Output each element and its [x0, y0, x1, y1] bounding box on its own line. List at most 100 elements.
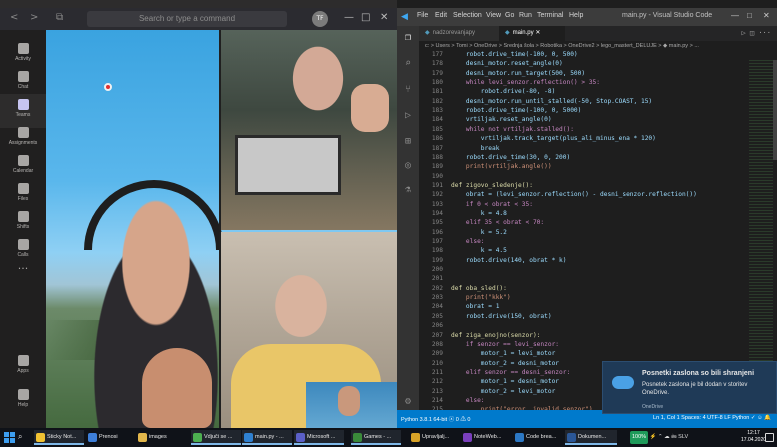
system-tray[interactable]: 100% ⚡ ⌃ ☁ 🖮 SLV [630, 431, 688, 444]
self-view-video[interactable] [306, 382, 397, 428]
settings-gear-icon[interactable]: ⚙ [402, 396, 414, 408]
menu-help[interactable]: Help [569, 12, 583, 19]
breadcrumb[interactable]: c: > Users > Tomi > OneDrive > Srednja š… [425, 43, 699, 49]
code-text: else: [451, 396, 485, 404]
line-number: 214 [431, 396, 443, 404]
minimap[interactable] [749, 60, 773, 390]
minimize-button[interactable]: — [344, 12, 354, 23]
maximize-button[interactable]: □ [747, 11, 752, 20]
taskbar-app[interactable]: Code brea... [513, 430, 563, 445]
app-icon [193, 433, 202, 442]
forward-button[interactable]: > [30, 12, 38, 23]
teams-window: < > ⧉ Search or type a command TF — □ ✕ … [0, 0, 397, 428]
rail-item-help[interactable]: Help [0, 384, 46, 418]
taskbar-app[interactable]: Prenosi [86, 430, 136, 445]
taskbar-app-label: Dokumen... [578, 434, 607, 440]
taskbar-search-icon[interactable]: ⌕ [18, 432, 22, 442]
line-number: 202 [431, 284, 443, 292]
editor-tabs: ◆ nadzorevanjapy ◆ main.py ✕ ▷ ◫ ··· [419, 26, 777, 41]
taskbar-app[interactable]: main.py - ... [242, 430, 292, 445]
menu-run[interactable]: Run [519, 12, 532, 19]
taskbar-app[interactable]: NoteWeb... [461, 430, 511, 445]
explorer-icon[interactable]: ❐ [402, 32, 414, 44]
taskbar-app-label: Prenosi [99, 434, 118, 440]
menu-edit[interactable]: Edit [435, 12, 447, 19]
search-icon[interactable]: ⌕ [402, 58, 414, 70]
extensions-icon[interactable]: ⊞ [402, 136, 414, 148]
code-text: def oba_sled(): [451, 284, 507, 292]
tray-icons[interactable]: ⚡ ⌃ ☁ 🖮 SLV [650, 434, 689, 440]
status-cursor-info[interactable]: Ln 1, Col 1 Spaces: 4 UTF-8 LF Python ✓ … [653, 415, 771, 421]
minimize-button[interactable]: — [731, 11, 739, 20]
menu-file[interactable]: File [417, 12, 428, 19]
taskbar-app[interactable]: Games - ... [351, 430, 401, 445]
avatar[interactable]: TF [312, 11, 328, 27]
rail-label: Apps [17, 368, 29, 374]
clock-date: 17.04.2020 [741, 437, 767, 443]
taskbar-app[interactable]: Microsoft ... [294, 430, 344, 445]
menu-view[interactable]: View [486, 12, 501, 19]
more-apps-icon[interactable]: ··· [0, 262, 46, 275]
scrollbar[interactable] [773, 60, 777, 160]
status-python-interpreter[interactable]: Python 3.8.1 64-bit ⓧ 0 ⚠ 0 [401, 415, 470, 423]
menu-terminal[interactable]: Terminal [537, 12, 563, 19]
taskbar-app[interactable]: images [136, 430, 186, 445]
line-number: 203 [431, 294, 443, 302]
run-debug-icon[interactable]: ▷ [402, 110, 414, 122]
apps-icon [17, 355, 29, 366]
taskbar-clock[interactable]: 12:17 17.04.2020 [741, 430, 766, 444]
line-number: 181 [431, 88, 443, 96]
tab-label: nadzorevanjapy [432, 30, 475, 36]
teams-icon [17, 99, 29, 110]
close-button[interactable]: ✕ [380, 12, 388, 23]
code-text: desni_motor.reset_angle(0) [451, 60, 563, 68]
remote-icon[interactable]: ◎ [402, 160, 414, 172]
rail-item-apps[interactable]: Apps [0, 350, 46, 384]
editor-actions[interactable]: ▷ ◫ ··· [741, 29, 771, 37]
menu-selection[interactable]: Selection [453, 12, 482, 19]
notification-body: Posnetek zaslona je bil dodan v storitev… [642, 382, 748, 396]
notification-center-icon[interactable] [765, 433, 774, 442]
compose-icon[interactable]: ⧉ [56, 12, 63, 23]
back-button[interactable]: < [10, 12, 18, 23]
bell-icon [17, 43, 29, 54]
tab-main-py[interactable]: ◆ main.py ✕ [499, 26, 565, 41]
vscode-titlebar: ◀ File Edit Selection View Go Run Termin… [397, 8, 777, 26]
onedrive-notification[interactable]: Posnetki zaslona so bili shranjeni Posne… [602, 361, 777, 414]
windows-start-icon[interactable] [4, 432, 15, 443]
taskbar-app[interactable]: Vdjuči se ... [191, 430, 241, 445]
battery-indicator[interactable]: 100% [630, 431, 649, 444]
close-tab-icon[interactable]: ✕ [535, 30, 540, 36]
close-button[interactable]: ✕ [763, 11, 770, 20]
assignments-icon [17, 127, 29, 138]
taskbar-app[interactable]: Upravljalj... [409, 430, 459, 445]
taskbar-app-label: Vdjuči se ... [204, 434, 233, 440]
chat-icon [17, 71, 29, 82]
code-text: print(vrtiljak.angle()) [451, 163, 552, 171]
video-call-stage[interactable] [46, 30, 397, 428]
line-number: 207 [431, 331, 443, 339]
notification-source: OneDrive [642, 404, 664, 410]
testing-icon[interactable]: ⚗ [402, 184, 414, 196]
tab-nadzorevanja[interactable]: ◆ nadzorevanjapy [419, 26, 499, 41]
participant-video-tile[interactable] [219, 30, 397, 230]
code-text: obrat = (levi_senzor.reflection() - desn… [451, 191, 697, 199]
code-editor[interactable]: 177 robot.drive_time(-100, 0, 500) 178 de… [419, 50, 749, 410]
rail-label: Files [17, 196, 29, 202]
taskbar-app-label: Code brea... [526, 434, 557, 440]
maximize-button[interactable]: □ [361, 12, 370, 23]
taskbar-app[interactable]: Sticky Not... [34, 430, 84, 445]
taskbar-app[interactable]: Dokumen... [565, 430, 617, 445]
rail-label: Calendar [12, 168, 34, 174]
teams-search-input[interactable]: Search or type a command [87, 11, 287, 27]
source-control-icon[interactable]: ⑂ [402, 84, 414, 96]
line-number: 179 [431, 69, 443, 77]
line-number: 183 [431, 107, 443, 115]
menu-go[interactable]: Go [505, 12, 514, 19]
taskbar-app-label: images [149, 434, 167, 440]
code-text: while not vrtiljak.stalled(): [451, 125, 574, 133]
code-text: def zigovo_sledenje(): [451, 181, 533, 189]
line-number: 187 [431, 144, 443, 152]
code-text: while levi_senzor.reflection() > 35: [451, 79, 601, 87]
rail-label: Assignments [8, 140, 38, 146]
